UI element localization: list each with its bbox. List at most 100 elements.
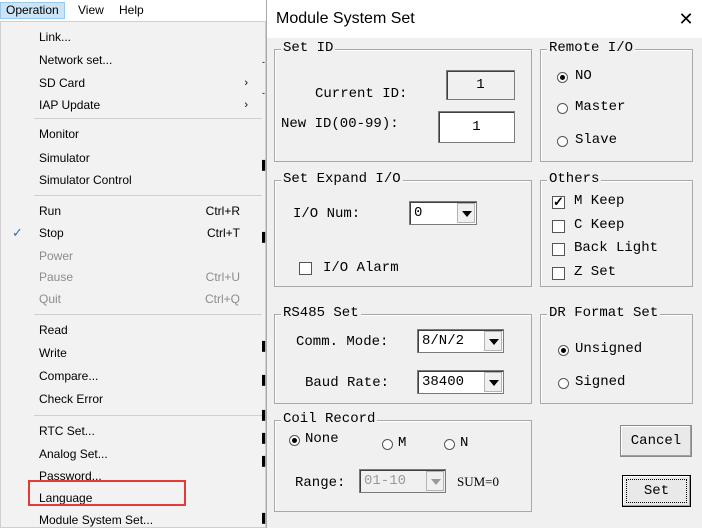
menu-item-monitor[interactable]: Monitor — [2, 123, 264, 145]
menu-item-power: Power — [2, 245, 264, 267]
radio-label: None — [305, 431, 339, 447]
menu-item-label: Network set... — [39, 53, 113, 67]
dialog-title-bar: Module System Set ✕ — [267, 0, 702, 38]
menu-item-label: Read — [39, 323, 68, 337]
menu-item-label: SD Card — [39, 76, 86, 90]
menu-item-module-system-set[interactable]: Module System Set... — [2, 509, 264, 528]
current-id-field: 1 — [446, 70, 515, 100]
menu-item-shortcut: Ctrl+R — [205, 204, 240, 218]
checkbox-label: Z Set — [574, 264, 617, 280]
menu-separator — [34, 415, 262, 416]
radio-label: Master — [575, 99, 626, 115]
menu-help[interactable]: Help — [114, 2, 149, 19]
menu-item-network-set[interactable]: Network set... — [2, 49, 264, 71]
range-value: 01-10 — [364, 473, 407, 489]
remote-io-radio-no[interactable] — [557, 72, 568, 83]
close-icon[interactable]: ✕ — [669, 4, 702, 34]
sum-text: SUM=0 — [457, 474, 500, 489]
menu-item-label: Module System Set... — [39, 513, 154, 527]
menu-item-iap-update[interactable]: IAP Update › — [2, 94, 264, 116]
dr-format-radio-signed[interactable] — [558, 378, 569, 389]
menu-item-shortcut: Ctrl+Q — [204, 292, 240, 306]
others-checkbox-z-set[interactable] — [552, 267, 565, 280]
baud-rate-label: Baud Rate: — [305, 375, 390, 391]
menu-item-label: Link... — [39, 30, 72, 44]
radio-label: Slave — [575, 132, 618, 148]
comm-mode-select[interactable]: 8/N/2 — [417, 329, 504, 353]
set-button[interactable]: Set — [622, 475, 691, 507]
menu-item-label: Simulator Control — [39, 173, 132, 187]
menu-item-rtc-set[interactable]: RTC Set... — [2, 420, 264, 442]
chevron-down-icon[interactable] — [457, 203, 475, 223]
remote-io-radio-slave[interactable] — [557, 136, 568, 147]
range-select[interactable]: 01-10 — [359, 469, 446, 493]
range-label: Range: — [295, 475, 346, 491]
checkbox-label: Back Light — [574, 240, 659, 256]
baud-rate-value: 38400 — [422, 374, 465, 390]
module-system-set-dialog: Module System Set ✕ Set ID Current ID: 1… — [266, 0, 702, 528]
chevron-down-icon[interactable] — [484, 372, 502, 392]
radio-label: N — [460, 435, 469, 451]
io-alarm-checkbox[interactable] — [299, 262, 312, 275]
new-id-input[interactable]: 1 — [438, 111, 515, 143]
coil-radio-n[interactable] — [444, 439, 455, 450]
baud-rate-select[interactable]: 38400 — [417, 370, 504, 394]
menu-item-simulator-control[interactable]: Simulator Control — [2, 169, 264, 191]
menu-item-label: RTC Set... — [39, 424, 95, 438]
menu-item-stop[interactable]: ✓ Stop Ctrl+T — [2, 222, 264, 244]
others-checkbox-c-keep[interactable] — [552, 220, 565, 233]
menu-item-check-error[interactable]: Check Error — [2, 388, 264, 410]
menu-item-link[interactable]: Link... — [2, 26, 264, 48]
focus-ring — [626, 479, 687, 503]
others-checkbox-m-keep[interactable] — [552, 194, 565, 210]
radio-label: NO — [575, 68, 592, 84]
io-num-select[interactable]: 0 — [409, 201, 477, 225]
rs485-title: RS485 Set — [281, 305, 361, 321]
menu-view[interactable]: View — [73, 2, 109, 19]
expand-io-group: Set Expand I/O I/O Num: 0 I/O Alarm — [274, 171, 532, 287]
chevron-down-icon[interactable] — [426, 471, 444, 491]
menu-separator — [34, 118, 262, 119]
io-alarm-label: I/O Alarm — [323, 260, 399, 276]
submenu-arrow-icon: › — [244, 99, 248, 111]
menu-item-label: IAP Update — [39, 98, 101, 112]
background-fragment: - — [262, 57, 265, 67]
menu-item-label: Run — [39, 204, 62, 218]
background-fragment: - — [262, 88, 265, 98]
others-checkbox-back-light[interactable] — [552, 243, 565, 256]
coil-record-title: Coil Record — [281, 411, 378, 427]
comm-mode-value: 8/N/2 — [422, 333, 465, 349]
remote-io-title: Remote I/O — [547, 40, 636, 56]
menu-item-pause: Pause Ctrl+U — [2, 266, 264, 288]
cancel-button[interactable]: Cancel — [620, 425, 692, 457]
menu-item-analog-set[interactable]: Analog Set... — [2, 443, 264, 465]
menu-item-sd-card[interactable]: SD Card › — [2, 72, 264, 94]
dr-format-group: DR Format Set Unsigned Signed — [540, 305, 693, 404]
checkbox-label: C Keep — [574, 217, 625, 233]
coil-radio-none[interactable] — [289, 435, 300, 446]
io-num-value: 0 — [414, 205, 423, 221]
menu-item-simulator[interactable]: Simulator — [2, 147, 264, 169]
menu-item-shortcut: Ctrl+U — [205, 270, 240, 284]
others-title: Others — [547, 171, 602, 187]
menu-operation[interactable]: Operation — [0, 2, 65, 19]
menu-item-write[interactable]: Write — [2, 342, 264, 364]
menu-item-label: Write — [39, 346, 67, 360]
menu-item-label: Power — [39, 249, 74, 263]
expand-io-title: Set Expand I/O — [281, 171, 403, 187]
coil-record-group: Coil Record None M N Range: 01-10 SUM=0 — [274, 411, 532, 512]
remote-io-radio-master[interactable] — [557, 103, 568, 114]
chevron-down-icon[interactable] — [484, 331, 502, 351]
menu-item-read[interactable]: Read — [2, 319, 264, 341]
menu-item-label: Analog Set... — [39, 447, 108, 461]
menu-item-run[interactable]: Run Ctrl+R — [2, 200, 264, 222]
io-num-label: I/O Num: — [293, 206, 361, 222]
operation-dropdown-menu: Link... Network set... SD Card › IAP Update ›… — [0, 21, 266, 528]
menu-item-compare[interactable]: Compare... — [2, 365, 264, 387]
comm-mode-label: Comm. Mode: — [296, 334, 389, 350]
dialog-title: Module System Set — [276, 10, 415, 27]
menu-item-label: Compare... — [39, 369, 99, 383]
set-id-group: Set ID Current ID: 1 New ID(00-99): 1 — [274, 40, 532, 162]
coil-radio-m[interactable] — [382, 439, 393, 450]
dr-format-radio-unsigned[interactable] — [558, 345, 569, 356]
